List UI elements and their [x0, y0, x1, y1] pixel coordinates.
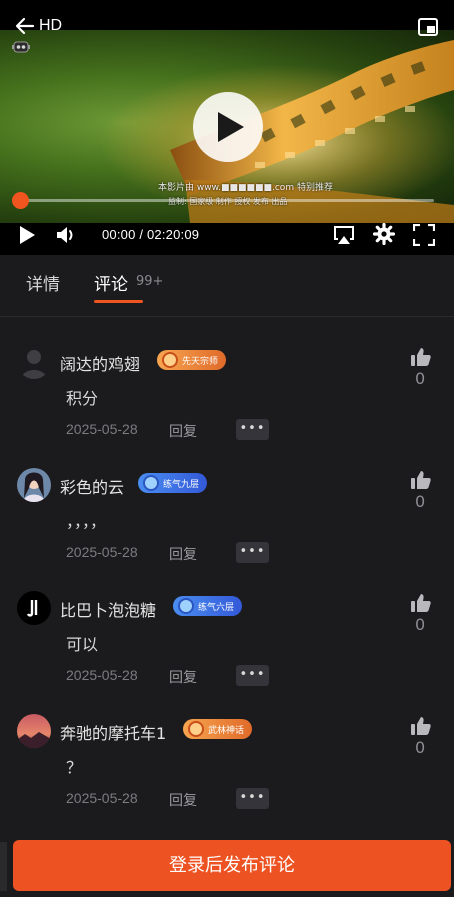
avatar-portrait-image: [17, 468, 51, 502]
avatar[interactable]: [17, 468, 51, 502]
reply-button[interactable]: 回复: [169, 421, 197, 441]
comment-text: 积分: [66, 389, 99, 408]
play-icon: [218, 112, 244, 142]
like-count: 0: [415, 738, 426, 757]
rank-badge-label: 练气六层: [198, 602, 235, 613]
like-count: 0: [415, 369, 426, 388]
login-to-comment-button[interactable]: 登录后发布评论: [13, 840, 451, 891]
player-top-bar: HD: [0, 0, 454, 58]
comment-item: 比巴卜泡泡糖 练气六层 可以 2025-05-28 回复 ••• 0: [0, 591, 454, 711]
gear-icon[interactable]: [373, 223, 395, 245]
thumbs-up-icon[interactable]: [411, 593, 431, 612]
thumbs-up-icon[interactable]: [411, 470, 431, 489]
rank-badge-label: 先天宗师: [182, 356, 219, 367]
time-separator: /: [139, 227, 144, 242]
video-player[interactable]: 本影片由 www.■■■■■■.com 特别推荐 监制: 国家级 制作 授权 发…: [0, 0, 454, 255]
rank-emblem-icon: [188, 721, 204, 737]
sunset-avatar-image: [17, 714, 51, 748]
back-button[interactable]: HD: [14, 15, 62, 37]
robot-icon: [12, 41, 30, 53]
rank-emblem-icon: [143, 475, 159, 491]
comment-date: 2025-05-28: [66, 667, 138, 683]
edge-divider: [0, 842, 7, 891]
avatar[interactable]: [17, 714, 51, 748]
club-logo-image: [17, 591, 51, 625]
tab-comments[interactable]: 评论: [94, 270, 128, 295]
reply-button[interactable]: 回复: [169, 544, 197, 564]
tab-details[interactable]: 详情: [26, 270, 60, 295]
reply-button[interactable]: 回复: [169, 790, 197, 810]
more-options-button[interactable]: •••: [236, 788, 269, 809]
avatar[interactable]: [17, 591, 51, 625]
comment-text: ，，，，: [66, 512, 107, 531]
quality-label: HD: [39, 17, 63, 34]
progress-bar[interactable]: [20, 199, 434, 202]
play-overlay-button[interactable]: [193, 92, 263, 162]
play-icon[interactable]: [18, 225, 36, 245]
comment-date: 2025-05-28: [66, 544, 138, 560]
comment-item: 奔驰的摩托车1 武林神话 ？ 2025-05-28 回复 ••• 0: [0, 714, 454, 834]
comment-text: ？: [66, 758, 83, 777]
more-options-button[interactable]: •••: [236, 419, 269, 440]
comment-username[interactable]: 彩色的云: [60, 474, 124, 498]
volume-icon[interactable]: [56, 225, 78, 245]
rank-badge: 先天宗师: [157, 350, 227, 370]
active-tab-indicator: [94, 300, 143, 303]
thumbs-up-icon[interactable]: [411, 716, 431, 735]
comment-username[interactable]: 比巴卜泡泡糖: [60, 597, 156, 621]
comment-date: 2025-05-28: [66, 790, 138, 806]
comment-username[interactable]: 奔驰的摩托车1: [60, 720, 166, 744]
comment-username[interactable]: 阔达的鸡翅: [60, 351, 140, 375]
time-total: 02:20:09: [146, 227, 200, 242]
fullscreen-icon[interactable]: [413, 224, 435, 246]
like-count: 0: [415, 615, 426, 634]
rank-badge: 武林神话: [183, 719, 253, 739]
time-current: 00:00: [102, 227, 136, 242]
more-options-button[interactable]: •••: [236, 665, 269, 686]
comment-date: 2025-05-28: [66, 421, 138, 437]
time-display: 00:00 / 02:20:09: [102, 227, 199, 242]
comment-count-badge: 99+: [136, 274, 164, 289]
rank-badge-label: 练气九层: [163, 479, 200, 490]
default-user-icon: [17, 345, 51, 379]
avatar[interactable]: [17, 345, 51, 379]
comment-text: 可以: [66, 635, 99, 654]
more-options-button[interactable]: •••: [236, 542, 269, 563]
arrow-left-icon: [15, 17, 35, 35]
comment-item: 阔达的鸡翅 先天宗师 积分 2025-05-28 回复 ••• 0: [0, 345, 454, 465]
content-tabs: 详情 评论 99+: [0, 255, 454, 317]
progress-handle[interactable]: [12, 192, 29, 209]
rank-badge: 练气六层: [173, 596, 243, 616]
airplay-icon[interactable]: [333, 224, 355, 246]
reply-button[interactable]: 回复: [169, 667, 197, 687]
player-controls: 00:00 / 02:20:09: [0, 218, 454, 252]
rank-badge-label: 武林神话: [208, 725, 245, 736]
comment-item: 彩色的云 练气九层 ，，，， 2025-05-28 回复 ••• 0: [0, 468, 454, 588]
watermark-line-1: 本影片由 www.■■■■■■.com 特别推荐: [158, 183, 333, 193]
rank-emblem-icon: [178, 598, 194, 614]
like-count: 0: [415, 492, 426, 511]
rank-badge: 练气九层: [138, 473, 208, 493]
rank-emblem-icon: [162, 352, 178, 368]
thumbs-up-icon[interactable]: [411, 347, 431, 366]
picture-in-picture-icon[interactable]: [418, 18, 438, 36]
